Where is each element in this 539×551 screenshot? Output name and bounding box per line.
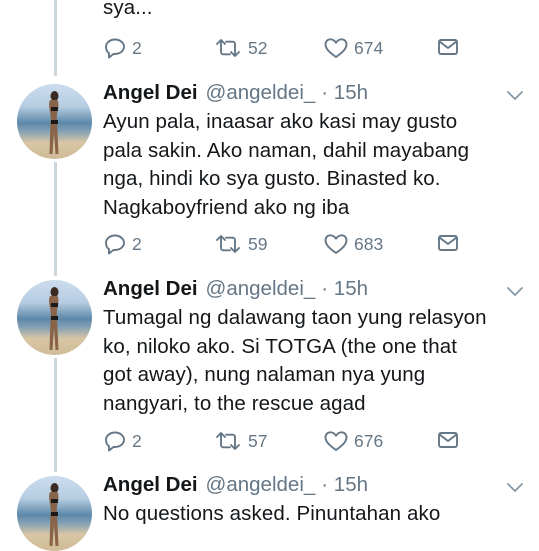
retweet-icon — [216, 39, 240, 57]
reply-icon — [105, 431, 125, 452]
avatar-photo — [49, 287, 59, 350]
chevron-down-icon[interactable] — [505, 285, 525, 299]
reply-count: 2 — [132, 37, 142, 58]
thread-line — [54, 358, 57, 472]
retweet-count: 59 — [248, 233, 268, 254]
like-button[interactable]: 674 — [323, 37, 383, 59]
tweet-text: sya... — [103, 0, 153, 19]
user-handle[interactable]: @angeldei_ — [206, 277, 316, 301]
reply-count: 2 — [132, 233, 142, 254]
retweet-icon — [216, 432, 240, 450]
heart-icon — [324, 38, 348, 58]
chevron-down-icon[interactable] — [505, 481, 525, 495]
tweet-text: Tumagal ng dalawang taon yung relasyon k… — [103, 306, 487, 415]
retweet-button[interactable]: 52 — [213, 37, 267, 59]
like-button[interactable]: 676 — [323, 430, 383, 452]
tweet-header: Angel Dei @angeldei_ · 15h — [103, 81, 368, 107]
tweet-actions: 2 57 676 — [103, 430, 523, 454]
avatar[interactable] — [17, 280, 92, 355]
timestamp[interactable]: · 15h — [321, 473, 368, 497]
timestamp[interactable]: · 15h — [321, 81, 368, 105]
heart-icon — [324, 431, 348, 451]
chevron-down-icon[interactable] — [505, 89, 525, 103]
direct-message-button[interactable] — [437, 37, 459, 57]
user-handle[interactable]: @angeldei_ — [206, 81, 316, 105]
like-count: 674 — [354, 37, 384, 58]
avatar-photo — [49, 91, 59, 154]
retweet-button[interactable]: 57 — [213, 430, 267, 452]
retweet-icon — [216, 235, 240, 253]
thread-line — [54, 0, 57, 76]
thread-line — [54, 162, 57, 276]
retweet-button[interactable]: 59 — [213, 233, 267, 255]
reply-count: 2 — [132, 430, 142, 451]
tweet-text: No questions asked. Pinuntahan ako — [103, 502, 441, 525]
like-button[interactable]: 683 — [323, 233, 383, 255]
reply-icon — [105, 234, 125, 255]
envelope-icon — [438, 39, 458, 55]
tweet-header: Angel Dei @angeldei_ · 15h — [103, 473, 368, 499]
timestamp[interactable]: · 15h — [321, 277, 368, 301]
tweet-actions: 2 59 683 — [103, 233, 523, 257]
display-name[interactable]: Angel Dei — [103, 473, 198, 497]
envelope-icon — [438, 235, 458, 251]
display-name[interactable]: Angel Dei — [103, 81, 198, 105]
retweet-count: 52 — [248, 37, 268, 58]
like-count: 683 — [354, 233, 384, 254]
retweet-count: 57 — [248, 430, 268, 451]
avatar-photo — [49, 483, 59, 546]
heart-icon — [324, 234, 348, 254]
tweet-header: Angel Dei @angeldei_ · 15h — [103, 277, 368, 303]
tweet-actions: 2 52 674 — [103, 37, 523, 61]
user-handle[interactable]: @angeldei_ — [206, 473, 316, 497]
reply-button[interactable]: 2 — [103, 430, 142, 452]
reply-icon — [105, 38, 125, 59]
tweet-text: Ayun pala, inaasar ako kasi may gusto pa… — [103, 110, 470, 219]
avatar[interactable] — [17, 84, 92, 159]
reply-button[interactable]: 2 — [103, 233, 142, 255]
direct-message-button[interactable] — [437, 233, 459, 253]
reply-button[interactable]: 2 — [103, 37, 142, 59]
envelope-icon — [438, 432, 458, 448]
direct-message-button[interactable] — [437, 430, 459, 450]
avatar[interactable] — [17, 476, 92, 551]
display-name[interactable]: Angel Dei — [103, 277, 198, 301]
like-count: 676 — [354, 430, 384, 451]
